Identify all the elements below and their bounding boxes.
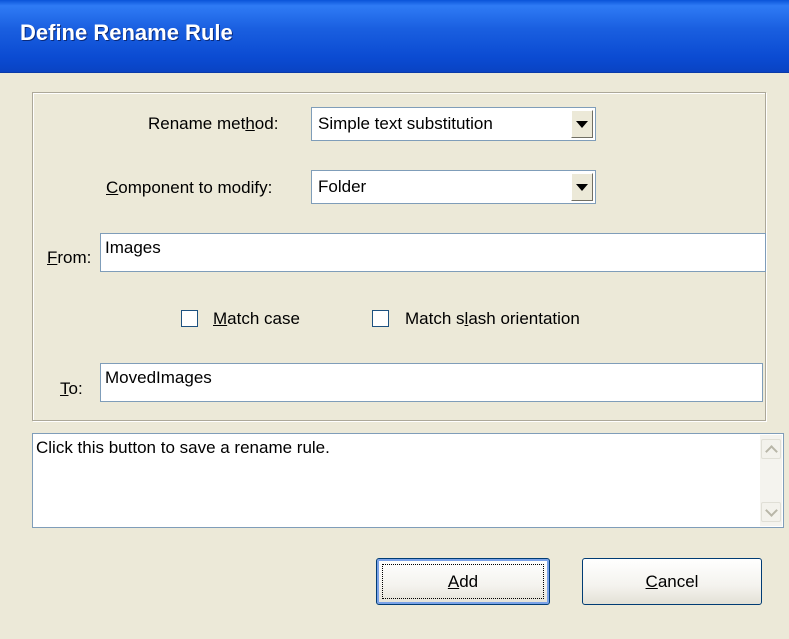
- rename-method-select[interactable]: Simple text substitution: [311, 107, 596, 141]
- rename-method-dropdown-button[interactable]: [571, 110, 593, 138]
- chevron-down-icon: [576, 120, 588, 128]
- match-slash-label[interactable]: Match slash orientation: [405, 309, 580, 329]
- to-input[interactable]: MovedImages: [100, 363, 763, 402]
- match-case-checkbox[interactable]: [181, 310, 198, 327]
- rename-method-label: Rename method:: [148, 114, 279, 133]
- help-scrollbar[interactable]: [760, 435, 782, 526]
- scroll-up-button[interactable]: [761, 439, 781, 459]
- component-value: Folder: [318, 177, 367, 196]
- component-label: Component to modify:: [106, 178, 273, 197]
- focus-rectangle: [382, 564, 544, 599]
- from-input[interactable]: Images: [100, 233, 766, 272]
- from-value: Images: [105, 238, 161, 257]
- component-select[interactable]: Folder: [311, 170, 596, 204]
- component-dropdown-button[interactable]: [571, 173, 593, 201]
- dialog-title: Define Rename Rule: [20, 20, 233, 45]
- chevron-up-icon: [764, 444, 778, 458]
- title-bar[interactable]: Define Rename Rule: [0, 0, 789, 73]
- chevron-down-icon: [764, 503, 778, 517]
- add-button[interactable]: Add: [376, 558, 550, 605]
- from-label: From:: [47, 248, 92, 267]
- cancel-button[interactable]: Cancel: [582, 558, 762, 605]
- help-text: Click this button to save a rename rule.: [36, 438, 330, 457]
- scroll-down-button[interactable]: [761, 502, 781, 522]
- chevron-down-icon: [576, 183, 588, 191]
- cancel-button-label: Cancel: [645, 571, 699, 591]
- rename-rule-dialog: Define Rename Rule Rename method: Simple…: [0, 0, 789, 639]
- match-case-label[interactable]: Match case: [213, 309, 300, 329]
- to-label: To:: [60, 379, 83, 398]
- help-text-box: Click this button to save a rename rule.: [32, 433, 784, 528]
- match-slash-checkbox[interactable]: [372, 310, 389, 327]
- rename-method-value: Simple text substitution: [318, 114, 493, 133]
- to-value: MovedImages: [105, 368, 212, 387]
